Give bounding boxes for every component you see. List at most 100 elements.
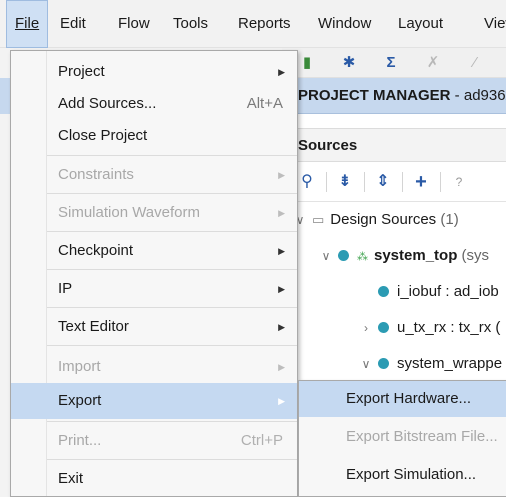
menu-flow-label: Flow — [118, 15, 150, 32]
menu-window[interactable]: Window — [318, 0, 371, 48]
menu-reports-label: Reports — [238, 15, 291, 32]
submenu-arrow-icon: ▶ — [278, 284, 285, 294]
menu-tools[interactable]: Tools — [173, 0, 208, 48]
menu-item-label: Close Project — [58, 127, 148, 144]
menu-file-label: File — [15, 15, 40, 32]
tree-suffix: (sys — [457, 247, 490, 264]
tree-node-design-sources[interactable]: ∨ ▭ Design Sources (1) — [292, 202, 459, 238]
export-submenu: Export Hardware... Export Bitstream File… — [298, 380, 506, 497]
module-icon — [378, 358, 389, 369]
menu-item-checkpoint[interactable]: Checkpoint ▶ — [11, 233, 297, 269]
submenu-arrow-icon: ▶ — [278, 246, 285, 256]
search-icon[interactable]: ⚲ — [296, 171, 318, 193]
menu-edit-label: Edit — [60, 15, 86, 32]
submenu-arrow-icon: ▶ — [278, 170, 285, 180]
chevron-down-icon[interactable]: ∨ — [318, 238, 334, 274]
tree-node-tx-rx[interactable]: › u_tx_rx : tx_rx ( — [358, 310, 500, 346]
toolbar-divider — [364, 172, 365, 192]
menu-item-exit[interactable]: Exit — [11, 461, 297, 497]
menu-flow[interactable]: Flow — [118, 0, 150, 48]
expand-all-icon[interactable]: ⇕ — [372, 171, 394, 193]
menu-item-import[interactable]: Import ▶ — [11, 349, 297, 385]
tree-label: i_iobuf : ad_iob — [397, 283, 499, 300]
module-icon — [338, 250, 349, 261]
menu-separator — [47, 155, 297, 156]
menu-separator — [47, 459, 297, 460]
menu-layout-label: Layout — [398, 15, 444, 32]
menu-item-text-editor[interactable]: Text Editor ▶ — [11, 309, 297, 345]
menu-item-label: Constraints — [58, 166, 134, 183]
tree-node-system-top[interactable]: ∨ ⁂ system_top (sys — [318, 238, 489, 274]
sigma-icon[interactable]: Σ — [380, 52, 402, 74]
menu-item-shortcut: Alt+A — [246, 95, 283, 112]
menu-item-ip[interactable]: IP ▶ — [11, 271, 297, 307]
submenu-arrow-icon: ▶ — [278, 208, 285, 218]
menu-item-label: Add Sources... — [58, 95, 157, 112]
submenu-item-label: Export Simulation... — [346, 466, 477, 483]
file-menu: Project ▶ Add Sources... Alt+A Close Pro… — [10, 50, 298, 497]
submenu-item-export-bitstream[interactable]: Export Bitstream File... — [299, 419, 506, 455]
toolbar-divider — [402, 172, 403, 192]
menu-view-label: View — [484, 15, 506, 32]
folder-icon: ▭ — [312, 212, 325, 227]
collapse-all-icon[interactable]: ⇟ — [334, 171, 356, 193]
sources-toolbar: ⚲ ⇟ ⇕ + ? — [282, 162, 506, 202]
menu-window-label: Window — [318, 15, 372, 32]
tree-label: system_wrappe — [397, 355, 503, 372]
probe-icon[interactable]: ⁄ — [464, 52, 486, 74]
menu-item-label: Simulation Waveform — [58, 204, 200, 221]
menu-separator — [47, 269, 297, 270]
submenu-arrow-icon: ▶ — [278, 396, 285, 406]
submenu-arrow-icon: ▶ — [278, 322, 285, 332]
tree-label: Design Sources — [330, 211, 437, 228]
tree-node-iobuf[interactable]: i_iobuf : ad_iob — [378, 274, 499, 310]
chevron-right-icon[interactable]: › — [358, 310, 374, 346]
add-icon[interactable]: + — [410, 171, 432, 193]
toolbar-divider — [326, 172, 327, 192]
menu-item-project[interactable]: Project ▶ — [11, 54, 297, 90]
menu-item-simulation-waveform[interactable]: Simulation Waveform ▶ — [11, 195, 297, 231]
gear-icon[interactable]: ✱ — [338, 52, 360, 74]
menu-separator — [47, 421, 297, 422]
project-manager-bar: PROJECT MANAGER - ad936x — [282, 78, 506, 114]
menu-item-close-project[interactable]: Close Project — [11, 118, 297, 154]
menu-item-add-sources[interactable]: Add Sources... Alt+A — [11, 86, 297, 122]
submenu-item-label: Export Hardware... — [346, 390, 472, 407]
project-manager-title: PROJECT MANAGER - ad936x — [298, 78, 506, 114]
project-name: - ad936x — [454, 87, 506, 104]
menu-item-label: Text Editor — [58, 318, 129, 335]
menu-item-constraints[interactable]: Constraints ▶ — [11, 157, 297, 193]
submenu-item-label: Export Bitstream File... — [346, 428, 498, 445]
menu-separator — [47, 231, 297, 232]
submenu-arrow-icon: ▶ — [278, 67, 285, 77]
layout-icon[interactable]: ▮ — [296, 52, 318, 74]
menu-item-label: Print... — [58, 432, 102, 449]
menu-file[interactable]: File — [6, 0, 49, 48]
menu-separator — [47, 345, 297, 346]
main-toolbar: ▮ ✱ Σ ✗ ⁄ — [282, 48, 506, 78]
project-manager-label: PROJECT MANAGER — [298, 87, 451, 104]
menu-item-export[interactable]: Export ▶ — [11, 383, 297, 419]
submenu-item-export-hardware[interactable]: Export Hardware... — [299, 381, 506, 417]
menu-item-print[interactable]: Print... Ctrl+P — [11, 423, 297, 459]
debug-icon[interactable]: ✗ — [422, 52, 444, 74]
menu-bar: File Edit Flow Tools Reports Window Layo… — [0, 0, 506, 48]
toolbar-divider — [440, 172, 441, 192]
menu-item-shortcut: Ctrl+P — [240, 432, 283, 449]
menu-item-label: Checkpoint — [58, 242, 134, 259]
submenu-arrow-icon: ▶ — [278, 362, 285, 372]
tree-count: (1) — [436, 211, 459, 228]
module-icon — [378, 286, 389, 297]
tree-node-system-wrapper[interactable]: ∨ system_wrappe — [358, 346, 502, 382]
tree-label: system_top — [374, 247, 458, 264]
menu-item-label: Import — [58, 358, 101, 375]
menu-layout[interactable]: Layout — [398, 0, 443, 48]
menu-item-label: Project — [58, 63, 105, 80]
menu-reports[interactable]: Reports — [238, 0, 291, 48]
info-icon[interactable]: ? — [448, 171, 470, 193]
menu-item-label: Export — [58, 392, 102, 409]
menu-view[interactable]: View — [484, 0, 506, 48]
submenu-item-export-simulation[interactable]: Export Simulation... — [299, 457, 506, 493]
menu-edit[interactable]: Edit — [60, 0, 86, 48]
chevron-down-icon[interactable]: ∨ — [358, 346, 374, 382]
